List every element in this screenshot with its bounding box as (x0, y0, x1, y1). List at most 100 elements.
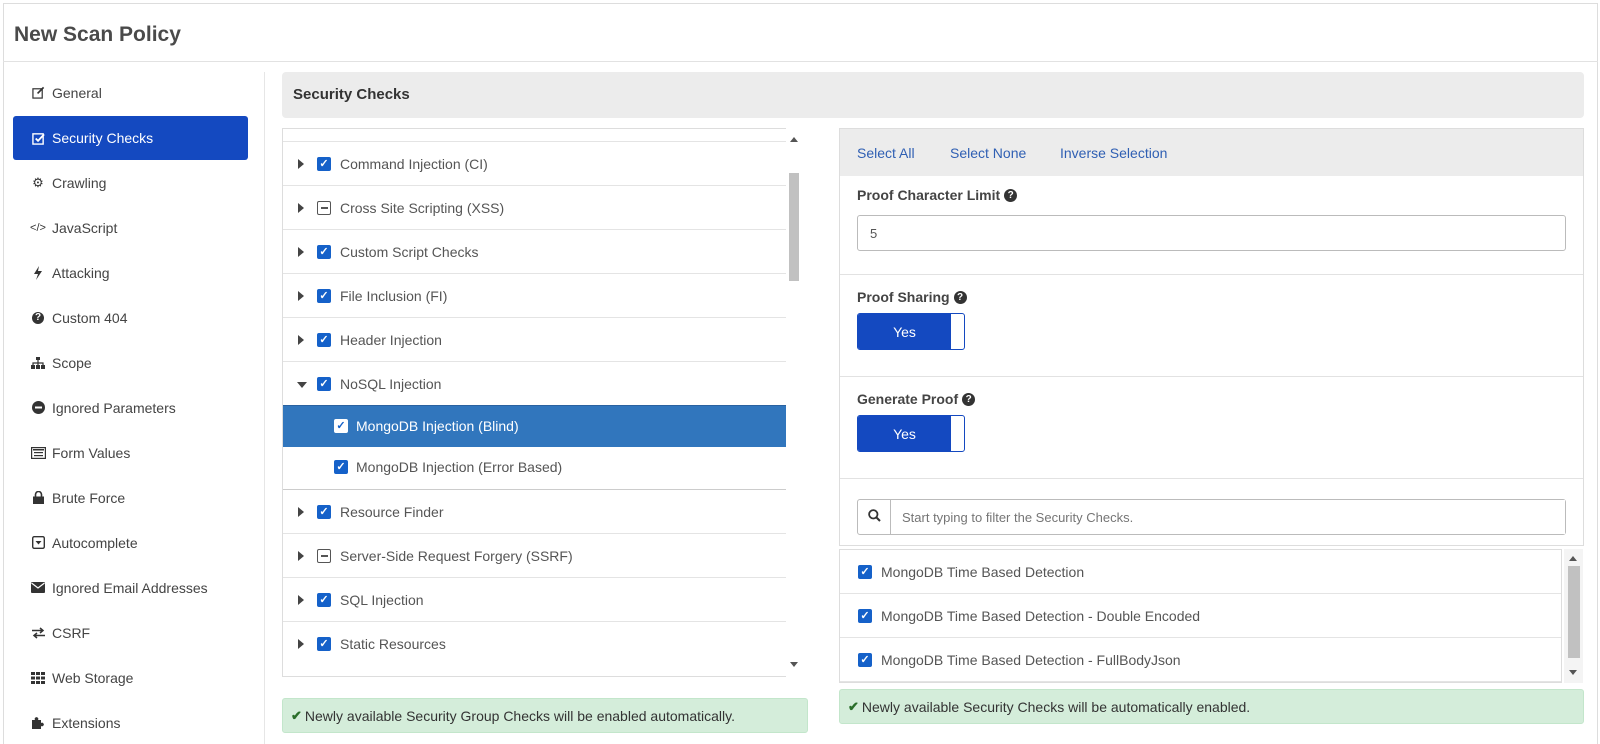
collapse-arrow-icon[interactable] (297, 382, 307, 388)
expand-arrow-icon[interactable] (298, 639, 304, 649)
exchange-icon (30, 626, 46, 639)
sidebar-item-attacking[interactable]: Attacking (13, 250, 248, 295)
tree-row-label: File Inclusion (FI) (340, 288, 448, 304)
sidebar-item-ignored-email-addresses[interactable]: Ignored Email Addresses (13, 565, 248, 610)
sidebar-item-label: Web Storage (52, 669, 134, 686)
tree-scrollbar[interactable] (786, 128, 803, 677)
edit-icon (30, 86, 46, 99)
help-icon[interactable]: ? (1004, 188, 1018, 202)
checkbox-checked[interactable]: ✓ (317, 505, 331, 519)
expand-arrow-icon[interactable] (298, 247, 304, 257)
select-none-link[interactable]: Select None (950, 145, 1026, 161)
checkbox-checked[interactable]: ✓ (334, 419, 348, 433)
tree-row-resource-finder[interactable]: ✓ Resource Finder (283, 489, 786, 534)
code-icon: </> (30, 221, 46, 234)
checkbox-checked[interactable]: ✓ (317, 333, 331, 347)
tree-row-static-resources[interactable]: ✓ Static Resources (283, 621, 786, 666)
bolt-icon (30, 265, 46, 280)
checks-scrollbar[interactable] (1564, 549, 1583, 683)
checkbox-checked[interactable]: ✓ (334, 460, 348, 474)
sidebar-item-extensions[interactable]: Extensions (13, 700, 248, 744)
expand-arrow-icon[interactable] (298, 335, 304, 345)
inverse-selection-link[interactable]: Inverse Selection (1060, 145, 1167, 161)
scrollbar-thumb[interactable] (789, 173, 799, 281)
scrollbar-thumb[interactable] (1568, 566, 1580, 658)
checkbox-checked[interactable]: ✓ (317, 157, 331, 171)
proof-sharing-toggle[interactable]: Yes (857, 313, 965, 350)
sidebar-item-autocomplete[interactable]: Autocomplete (13, 520, 248, 565)
tree-row-file-inclusion[interactable]: ✓ File Inclusion (FI) (283, 273, 786, 318)
checkbox-checked[interactable]: ✓ (317, 593, 331, 607)
tree-row-nosql-injection[interactable]: ✓ NoSQL Injection (283, 361, 786, 406)
checkbox-checked[interactable]: ✓ (858, 565, 872, 579)
check-item[interactable]: ✓ MongoDB Time Based Detection (840, 550, 1561, 594)
search-button[interactable] (858, 500, 891, 534)
sidebar-item-scope[interactable]: Scope (13, 340, 248, 385)
expand-arrow-icon[interactable] (298, 159, 304, 169)
caret-square-down-icon (30, 536, 46, 549)
sidebar-item-form-values[interactable]: Form Values (13, 430, 248, 475)
check-item-label: MongoDB Time Based Detection - Double En… (881, 608, 1201, 624)
tree-row-mongodb-injection-blind[interactable]: ✓ MongoDB Injection (Blind) (283, 405, 786, 447)
expand-arrow-icon[interactable] (298, 291, 304, 301)
sidebar-item-web-storage[interactable]: Web Storage (13, 655, 248, 700)
select-all-link[interactable]: Select All (857, 145, 915, 161)
tree-row-command-injection[interactable]: ✓ Command Injection (CI) (283, 141, 786, 186)
th-icon (30, 671, 46, 684)
sidebar-item-security-checks[interactable]: Security Checks (13, 116, 248, 160)
expand-arrow-icon[interactable] (298, 595, 304, 605)
scroll-up-icon[interactable] (790, 137, 798, 142)
sidebar-item-general[interactable]: General (13, 72, 248, 113)
tree-row-custom-script-checks[interactable]: ✓ Custom Script Checks (283, 229, 786, 274)
checkbox-checked[interactable]: ✓ (858, 609, 872, 623)
expand-arrow-icon[interactable] (298, 551, 304, 561)
scroll-down-icon[interactable] (790, 662, 798, 667)
gears-icon: ⚙ (32, 174, 44, 190)
tree-row-ssrf[interactable]: Server-Side Request Forgery (SSRF) (283, 533, 786, 578)
filter-input[interactable] (891, 500, 1565, 534)
security-checks-list[interactable]: ✓ MongoDB Time Based Detection ✓ MongoDB… (839, 549, 1562, 683)
proof-limit-input[interactable] (857, 215, 1566, 251)
sidebar-item-label: Form Values (52, 444, 131, 461)
help-icon[interactable]: ? (962, 392, 976, 406)
tree-row-label: Header Injection (340, 332, 442, 348)
checkbox-checked[interactable]: ✓ (317, 245, 331, 259)
tree-row-label: Command Injection (CI) (340, 156, 488, 172)
scroll-down-icon[interactable] (1569, 670, 1577, 675)
sidebar-item-brute-force[interactable]: Brute Force (13, 475, 248, 520)
sidebar-item-label: Custom 404 (52, 309, 128, 326)
sidebar-item-csrf[interactable]: CSRF (13, 610, 248, 655)
checkbox-partial[interactable] (317, 549, 331, 563)
tree-row-sql-injection[interactable]: ✓ SQL Injection (283, 577, 786, 622)
generate-proof-toggle[interactable]: Yes (857, 415, 965, 452)
checkbox-partial[interactable] (317, 201, 331, 215)
checkbox-checked[interactable]: ✓ (858, 653, 872, 667)
sidebar-item-javascript[interactable]: </> JavaScript (13, 205, 248, 250)
tree-row-label: Resource Finder (340, 504, 444, 520)
sidebar-item-crawling[interactable]: ⚙ Crawling (13, 160, 248, 205)
search-icon (867, 509, 881, 525)
toggle-on-label: Yes (858, 416, 951, 451)
expand-arrow-icon[interactable] (298, 203, 304, 213)
checkbox-checked[interactable]: ✓ (317, 637, 331, 651)
filter-search-box (857, 499, 1566, 535)
scroll-up-icon[interactable] (1569, 556, 1577, 561)
lock-icon (30, 491, 46, 504)
proof-limit-label-text: Proof Character Limit (857, 187, 1001, 203)
tree-row-mongodb-injection-error[interactable]: ✓ MongoDB Injection (Error Based) (283, 447, 786, 489)
check-item[interactable]: ✓ MongoDB Time Based Detection - Double … (840, 594, 1561, 638)
checkbox-checked[interactable]: ✓ (317, 377, 331, 391)
expand-arrow-icon[interactable] (298, 507, 304, 517)
panel-title: Security Checks (293, 86, 410, 103)
checkbox-checked[interactable]: ✓ (317, 289, 331, 303)
sidebar-item-label: JavaScript (52, 219, 118, 236)
divider (840, 274, 1583, 275)
tree-row-xss[interactable]: Cross Site Scripting (XSS) (283, 185, 786, 230)
tree-row-header-injection[interactable]: ✓ Header Injection (283, 317, 786, 362)
sidebar-item-custom-404[interactable]: ? Custom 404 (13, 295, 248, 340)
check-item[interactable]: ✓ MongoDB Time Based Detection - FullBod… (840, 638, 1561, 682)
sidebar-divider (264, 72, 265, 744)
security-group-tree[interactable]: ✓ Command Injection (CI) Cross Site Scri… (282, 128, 787, 677)
help-icon[interactable]: ? (953, 290, 967, 304)
sidebar-item-ignored-parameters[interactable]: Ignored Parameters (13, 385, 248, 430)
